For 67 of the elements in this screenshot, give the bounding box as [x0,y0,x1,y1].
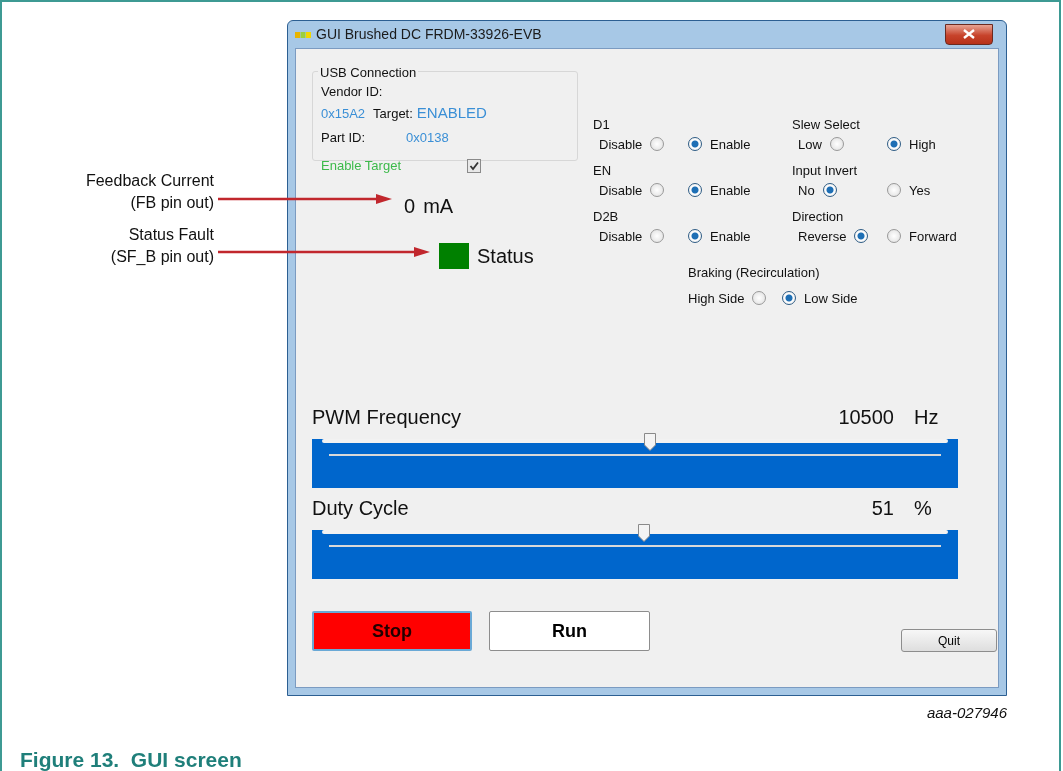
annotation-note: (SF_B pin out) [109,247,214,267]
radio-button[interactable] [854,229,869,243]
field-value: 0x15A2 [321,105,366,121]
radio-button[interactable] [650,229,665,243]
checkbox[interactable] [467,159,481,174]
group-label: EN [593,163,613,179]
figure-code: aaa-027946 [925,703,1007,723]
radio-label: Reverse [798,229,847,244]
radio-label: Yes [909,183,931,198]
logo-icon [295,30,311,39]
slider-unit: % [913,496,933,520]
radio-button[interactable] [782,291,796,305]
radio-label: Enable [710,183,751,198]
slider-thumb[interactable] [644,433,656,451]
group-label: Direction [792,209,845,225]
radio-label: Disable [599,137,643,152]
slider-label: PWM Frequency [312,405,461,429]
radio-button[interactable] [688,137,702,151]
radio-label: Low Side [804,291,858,306]
radio-label: High Side [688,291,745,306]
radio-button[interactable] [688,229,702,243]
field-label: Target: [373,105,413,121]
annotation-note: (FB pin out) [129,193,214,213]
slider-unit: Hz [913,405,940,429]
radio-label: Enable [710,137,751,152]
checkbox-label: Enable Target [321,157,401,173]
status-label: Status [477,244,534,269]
slider-label: Duty Cycle [312,496,409,520]
slider-value: 51 [871,496,894,520]
radio-label: High [909,137,936,152]
close-button[interactable] [945,23,993,45]
group-label: Input Invert [792,163,859,179]
group-label: D2B [593,209,620,225]
close-icon [963,29,975,39]
radio-label: Enable [710,229,751,244]
group-label: Slew Select [792,117,861,133]
radio-label: Disable [599,229,643,244]
radio-button[interactable] [650,137,665,151]
annotation-label: Status Fault [127,225,214,245]
radio-button[interactable] [887,137,901,151]
current-unit: mA [423,195,454,217]
group-label: D1 [593,117,611,133]
radio-label: Disable [599,183,643,198]
radio-button[interactable] [688,183,702,197]
quit-button[interactable]: Quit [901,629,997,652]
radio-button[interactable] [650,183,665,197]
annotation-label: Feedback Current [84,171,214,191]
radio-label: Low [798,137,822,152]
radio-label: No [798,183,815,198]
radio-button[interactable] [887,183,901,197]
radio-label: Forward [909,229,957,244]
radio-button[interactable] [822,183,837,197]
field-value: 0x0138 [406,130,449,145]
slider-value: 10500 [838,405,894,429]
run-button[interactable]: Run [489,611,650,651]
radio-button[interactable] [829,137,844,151]
field-label: Vendor ID: [321,83,384,101]
current-value: 0 [404,195,416,217]
slider-thumb[interactable] [637,524,650,542]
field-label: Part ID: [321,129,367,147]
figure-caption: Figure 13. GUI screen [20,747,242,771]
group-label: Braking (Recirculation) [688,265,821,281]
radio-button[interactable] [752,291,767,305]
status-value: ENABLED [416,103,487,121]
stop-button[interactable]: Stop [312,611,472,651]
radio-button[interactable] [887,229,901,243]
window-title: GUI Brushed DC FRDM-33926-EVB [316,25,542,44]
